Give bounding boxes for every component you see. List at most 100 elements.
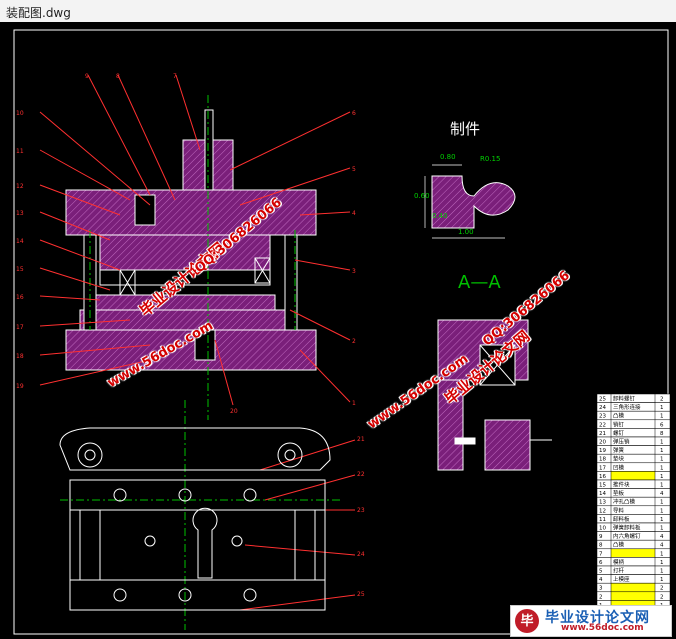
document-title: 装配图.dwg bbox=[6, 6, 71, 20]
bom-name: 冲孔凸模 bbox=[613, 498, 636, 506]
callout-number: 1 bbox=[352, 400, 356, 407]
bom-name: 打杆 bbox=[613, 567, 625, 575]
callout-number: 8 bbox=[116, 73, 120, 80]
callout-number: 11 bbox=[16, 148, 24, 155]
bom-qty: 1 bbox=[660, 569, 664, 575]
bom-number: 14 bbox=[599, 491, 606, 497]
bom-name: 凸模 bbox=[613, 412, 625, 420]
bom-name: 弹压销 bbox=[613, 438, 630, 446]
bom-number: 18 bbox=[599, 457, 606, 463]
bom-number: 17 bbox=[599, 465, 606, 471]
bom-number: 24 bbox=[599, 405, 606, 411]
dimension-label: 0.40 bbox=[432, 212, 448, 220]
bom-number: 22 bbox=[599, 422, 606, 428]
bom-name: 卸料板 bbox=[613, 515, 630, 523]
bom-number: 20 bbox=[599, 440, 606, 446]
site-logo: 毕 毕业设计论文网 www.56doc.com bbox=[510, 605, 672, 637]
bom-qty: 2 bbox=[660, 586, 664, 592]
bom-qty: 4 bbox=[660, 491, 664, 497]
bom-qty: 1 bbox=[660, 414, 664, 420]
bom-qty: 1 bbox=[660, 457, 664, 463]
bom-qty: 2 bbox=[660, 397, 664, 403]
bom-qty: 1 bbox=[660, 560, 664, 566]
callout-number: 22 bbox=[357, 471, 365, 478]
bom-name-cell bbox=[610, 471, 656, 481]
callout-number: 2 bbox=[352, 338, 356, 345]
bom-number: 25 bbox=[599, 397, 606, 403]
callout-number: 13 bbox=[16, 210, 24, 217]
callout-number: 21 bbox=[357, 436, 365, 443]
bom-name: 垫板 bbox=[613, 489, 625, 497]
bom-name: 导料 bbox=[613, 506, 625, 514]
bom-name: 凹模 bbox=[613, 463, 625, 471]
bom-qty: 1 bbox=[660, 474, 664, 480]
bom-qty: 1 bbox=[660, 577, 664, 583]
bom-qty: 1 bbox=[660, 448, 664, 454]
bom-name: 卸料螺钉 bbox=[613, 395, 636, 403]
callout-number: 9 bbox=[85, 73, 89, 80]
bom-qty: 1 bbox=[660, 483, 664, 489]
assembly-drawing: 25 卸料螺钉 224 三角形连接 123 凸模 122 销钉 621 螺钉 820 弹压销 119 弹簧… bbox=[13, 29, 671, 635]
bom-qty: 1 bbox=[660, 526, 664, 532]
bom-name: 三角形连接 bbox=[613, 403, 641, 411]
bom-number: 13 bbox=[599, 500, 606, 506]
bom-number: 10 bbox=[599, 526, 606, 532]
bom-qty: 2 bbox=[660, 594, 664, 600]
logo-icon: 毕 bbox=[515, 609, 539, 633]
callout-number: 7 bbox=[173, 73, 177, 80]
bom-name: 弹簧卸料板 bbox=[613, 524, 641, 532]
bom-number: 23 bbox=[599, 414, 606, 420]
bom-number: 8 bbox=[599, 543, 603, 549]
bom-name: 模柄 bbox=[613, 558, 625, 566]
bom-name: 上模座 bbox=[613, 575, 630, 583]
bom-qty: 1 bbox=[660, 500, 664, 506]
callout-number: 5 bbox=[352, 166, 356, 173]
dimension-label: 0.80 bbox=[440, 153, 456, 161]
callout-number: 14 bbox=[16, 238, 24, 245]
bom-name-cell bbox=[610, 548, 656, 558]
bom-number: 16 bbox=[599, 474, 606, 480]
bom-name: 内六角螺钉 bbox=[613, 532, 641, 540]
plan-view bbox=[59, 427, 331, 611]
bom-number: 2 bbox=[599, 594, 603, 600]
callout-number: 17 bbox=[16, 324, 24, 331]
dimension-label: 1.00 bbox=[458, 228, 474, 236]
bom-qty: 1 bbox=[660, 508, 664, 514]
callout-number: 24 bbox=[357, 551, 365, 558]
logo-url: www.56doc.com bbox=[561, 623, 644, 633]
bom-name: 螺钉 bbox=[613, 429, 625, 437]
cad-canvas[interactable]: 25 卸料螺钉 2 24 三角形连接 1 23 凸模 1 22 销钉 6 21 螺钉 8 20 弹压销 1 19 弹簧… bbox=[0, 22, 676, 639]
callout-number: 6 bbox=[352, 110, 356, 117]
bom-number: 12 bbox=[599, 508, 606, 514]
bom-number: 4 bbox=[599, 577, 603, 583]
bom-number: 11 bbox=[599, 517, 606, 523]
bom-name: 垫块 bbox=[613, 455, 625, 463]
bom-number: 19 bbox=[599, 448, 606, 454]
bom-qty: 4 bbox=[660, 534, 664, 540]
bom-name-cell bbox=[610, 582, 656, 593]
callout-number: 16 bbox=[16, 294, 24, 301]
bom-number: 7 bbox=[599, 551, 603, 557]
bom-number: 6 bbox=[599, 560, 603, 566]
bom-name: 凸模 bbox=[613, 541, 625, 549]
callout-number: 20 bbox=[230, 408, 238, 415]
bom-number: 15 bbox=[599, 483, 606, 489]
bom-number: 9 bbox=[599, 534, 603, 540]
bom-qty: 1 bbox=[660, 405, 664, 411]
dimension-label: R0.15 bbox=[480, 155, 501, 163]
bom-qty: 4 bbox=[660, 543, 664, 549]
bom-qty: 8 bbox=[660, 431, 664, 437]
callout-number: 10 bbox=[16, 110, 24, 117]
part-title: 制件 bbox=[450, 120, 481, 138]
callout-number: 19 bbox=[16, 383, 24, 390]
bom-qty: 6 bbox=[660, 422, 664, 428]
callout-number: 3 bbox=[352, 268, 356, 275]
callout-number: 25 bbox=[357, 591, 365, 598]
bom-name-cell bbox=[610, 591, 656, 601]
title-bar: 装配图.dwg bbox=[0, 0, 676, 23]
dimension-label: 0.60 bbox=[414, 192, 430, 200]
callout-number: 12 bbox=[16, 183, 24, 190]
callout-number: 4 bbox=[352, 210, 356, 217]
bom-table: 25 卸料螺钉 224 三角形连接 123 凸模 122 销钉 621 螺钉 820 弹压销 119 弹簧… bbox=[596, 393, 671, 610]
bom-number: 3 bbox=[599, 586, 603, 592]
